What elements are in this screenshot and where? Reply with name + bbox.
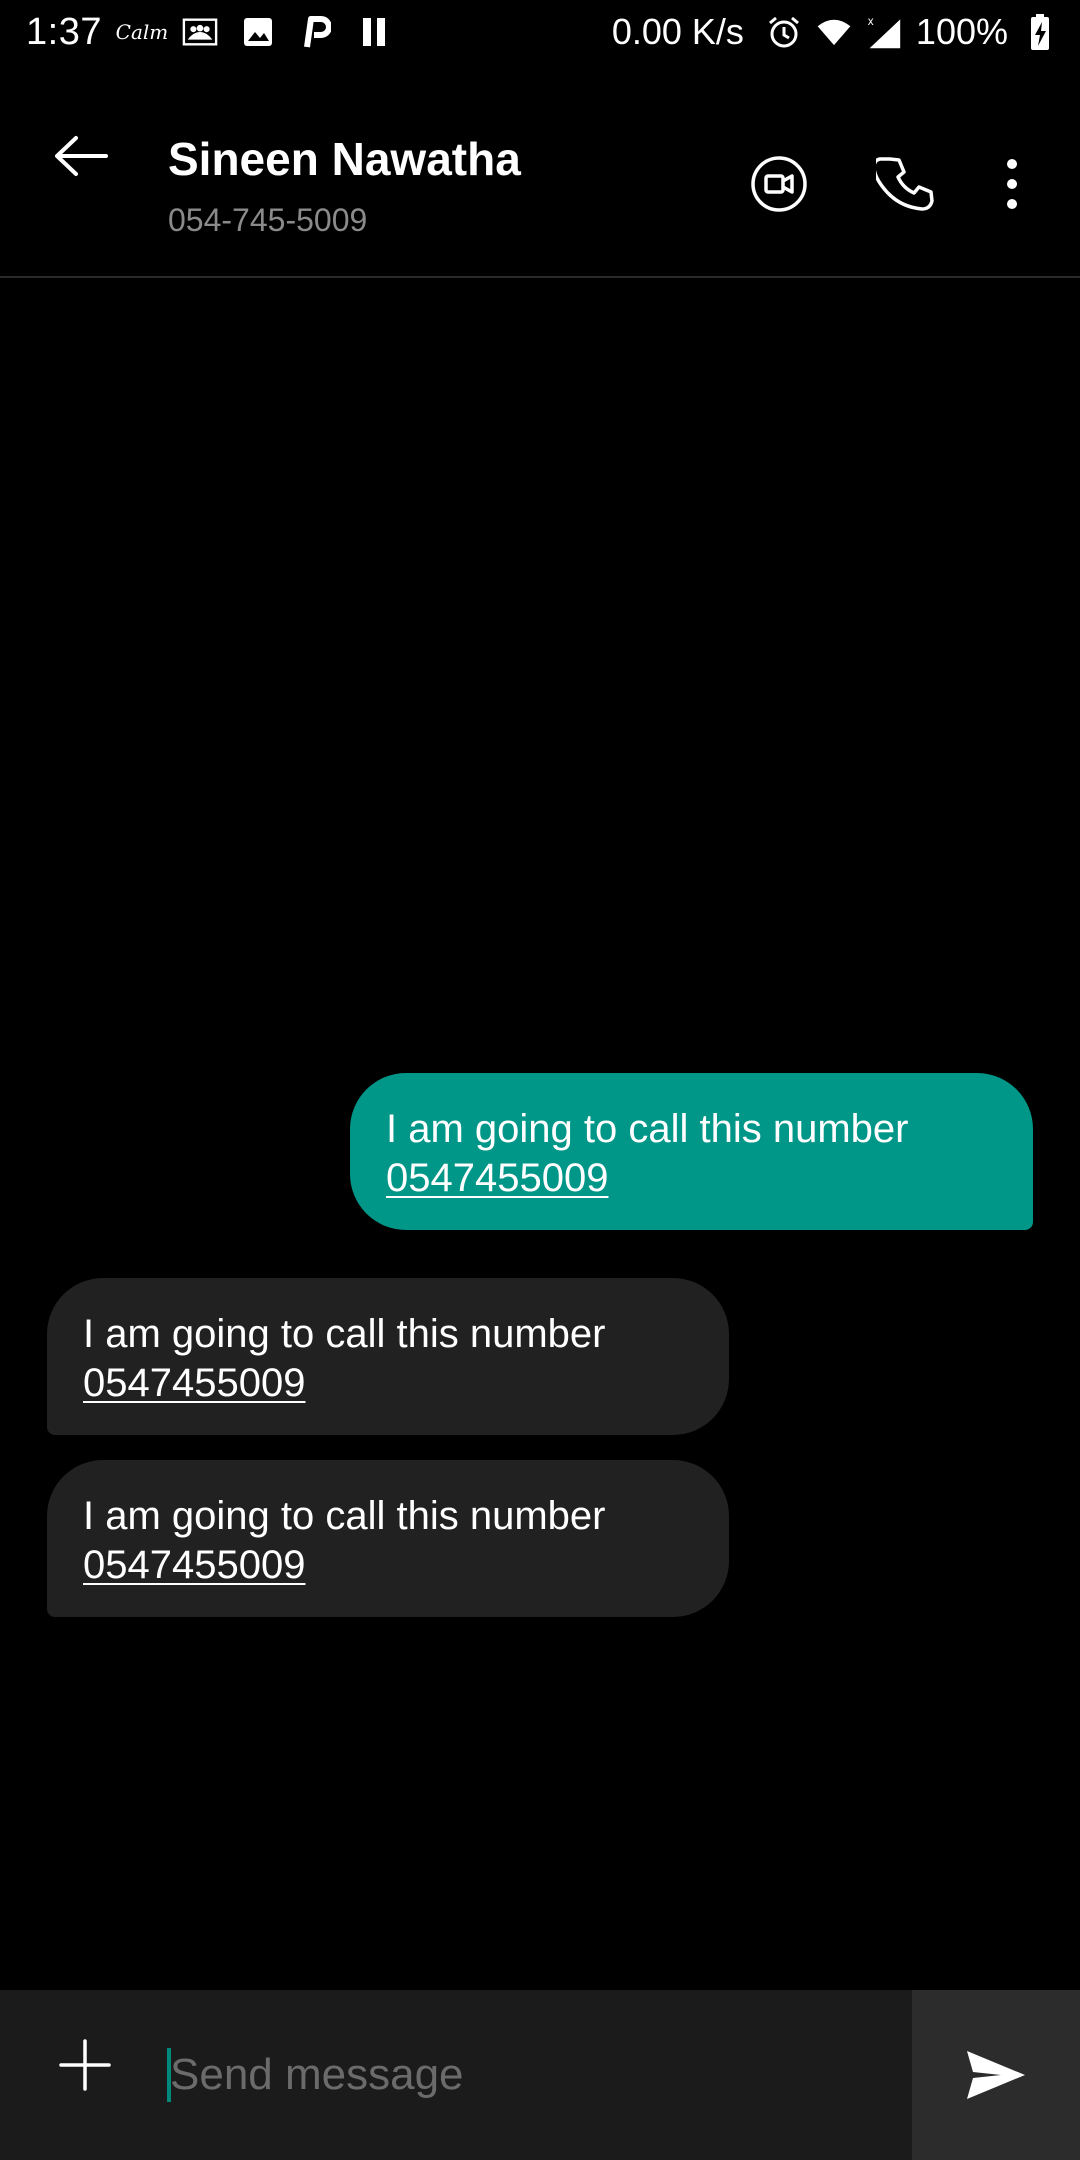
signal-icon: x: [866, 14, 902, 50]
wifi-icon: [816, 14, 852, 50]
status-time: 1:37: [26, 10, 102, 53]
message-text: I am going to call this number: [83, 1494, 606, 1538]
message-input[interactable]: [166, 2030, 870, 2120]
attach-button[interactable]: [40, 2020, 130, 2110]
message-composer: [0, 1990, 1080, 2160]
message-text: I am going to call this number: [83, 1312, 606, 1356]
contact-name: Sineen Nawatha: [168, 133, 521, 185]
message-text: I am going to call this number: [386, 1107, 909, 1151]
more-options-button[interactable]: [968, 139, 1056, 229]
phone-number-link[interactable]: 0547455009: [386, 1154, 608, 1203]
status-bar: 1:37 Calm 0.00 K/s x 100%: [0, 0, 1080, 64]
message-bubble-incoming[interactable]: I am going to call this number 054745500…: [47, 1460, 729, 1617]
phone-icon: [876, 157, 934, 211]
contact-number: 054-745-5009: [168, 202, 368, 238]
message-bubble-incoming[interactable]: I am going to call this number 054745500…: [47, 1278, 729, 1435]
image-icon: [240, 14, 276, 50]
back-button[interactable]: [38, 114, 122, 198]
battery-percent: 100%: [915, 11, 1008, 52]
phone-number-link[interactable]: 0547455009: [83, 1541, 305, 1590]
send-icon: [967, 2051, 1025, 2099]
p-app-icon: [298, 14, 334, 50]
back-arrow-icon: [55, 136, 108, 176]
phone-number-link[interactable]: 0547455009: [83, 1359, 305, 1408]
alarm-icon: [766, 14, 802, 50]
app-bar: Sineen Nawatha 054-745-5009: [0, 64, 1080, 278]
contacts-card-icon: [182, 14, 218, 50]
video-call-icon: [751, 156, 807, 212]
svg-text:x: x: [868, 15, 874, 28]
plus-icon: [59, 2039, 111, 2091]
phone-call-button[interactable]: [862, 139, 952, 229]
send-button[interactable]: [912, 1990, 1080, 2160]
video-call-button[interactable]: [734, 139, 824, 229]
pause-icon: [356, 14, 392, 50]
network-speed: 0.00 K/s: [611, 11, 744, 52]
message-bubble-outgoing[interactable]: I am going to call this number 054745500…: [350, 1073, 1033, 1230]
battery-charging-icon: [1022, 14, 1058, 50]
status-bar-right: 0.00 K/s x 100%: [612, 0, 1058, 64]
more-vert-icon: [1007, 159, 1017, 209]
status-bar-left: 1:37 Calm: [26, 0, 392, 64]
calm-app-icon: Calm: [115, 20, 169, 44]
